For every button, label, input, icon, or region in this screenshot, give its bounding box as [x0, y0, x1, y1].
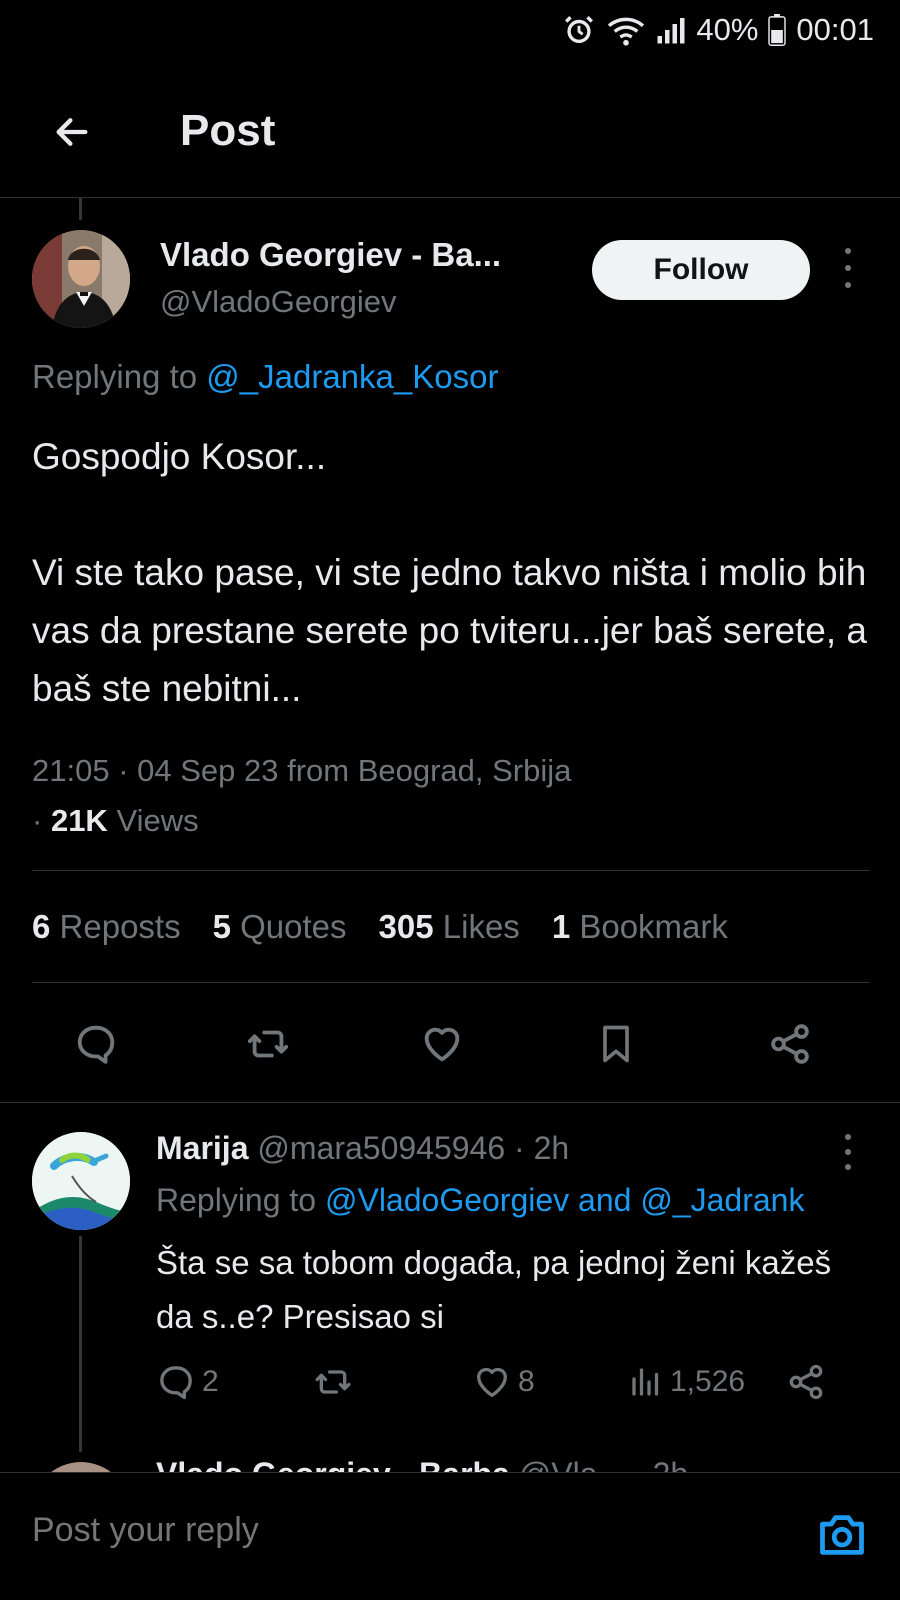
- mention-link[interactable]: @_Jadranka_Kosor: [206, 358, 498, 395]
- post-views: · 21K Views: [32, 803, 199, 838]
- reply-repost-button[interactable]: [312, 1360, 354, 1404]
- analytics-icon: [632, 1368, 659, 1396]
- thread-line: [79, 1236, 82, 1452]
- reply-replying-to: Replying to @VladoGeorgiev and @_Jadrank: [156, 1182, 805, 1218]
- reposts-stat[interactable]: 6 Reposts: [32, 908, 181, 946]
- views-count: 21K: [50, 803, 108, 838]
- reply-icon: [160, 1366, 192, 1400]
- back-button[interactable]: [44, 104, 100, 160]
- divider: [32, 982, 870, 983]
- divider: [32, 870, 870, 871]
- arrow-left-icon: [56, 118, 88, 146]
- bookmark-button[interactable]: [584, 1012, 648, 1076]
- reply-author-handle[interactable]: @mara50945946: [257, 1130, 505, 1166]
- camera-icon: [820, 1515, 864, 1555]
- reply-count: 2: [202, 1365, 219, 1398]
- bookmarks-stat[interactable]: 1 Bookmark: [552, 908, 728, 946]
- reply-action-bar: 2 8 1,526: [156, 1360, 856, 1404]
- replying-to: Replying to @_Jadranka_Kosor: [32, 358, 498, 396]
- replying-prefix: Replying to: [32, 358, 198, 395]
- post-text-line: Vi ste tako pase, vi ste jedno takvo niš…: [32, 552, 868, 709]
- battery-icon: [768, 14, 787, 46]
- camera-button[interactable]: [814, 1507, 870, 1563]
- quotes-stat[interactable]: 5 Quotes: [213, 908, 347, 946]
- post-timestamp[interactable]: 21:05 · 04 Sep 23 from Beograd, Srbija: [32, 746, 571, 796]
- mention-link[interactable]: @VladoGeorgiev and @_Jadrank: [325, 1182, 804, 1218]
- signal-icon: [656, 15, 686, 45]
- thread-line: [79, 198, 82, 220]
- top-app-bar: Post: [0, 64, 900, 198]
- share-button[interactable]: [758, 1012, 822, 1076]
- repost-icon: [247, 1030, 289, 1058]
- page-title: Post: [180, 106, 276, 155]
- more-options-icon[interactable]: [836, 248, 860, 288]
- follow-button[interactable]: Follow: [592, 240, 810, 300]
- heart-icon: [477, 1367, 507, 1397]
- alarm-icon: [562, 13, 596, 47]
- view-count: 1,526: [670, 1365, 746, 1398]
- author-avatar[interactable]: [32, 230, 130, 328]
- status-bar: 40% 00:01: [0, 0, 900, 64]
- reply-author-name[interactable]: Marija: [156, 1130, 248, 1166]
- likes-stat[interactable]: 305 Likes: [379, 908, 520, 946]
- post-action-bar: [0, 1012, 900, 1076]
- reply-input[interactable]: [32, 1511, 475, 1550]
- post-text-line: Gospodjo Kosor...: [32, 436, 327, 477]
- like-count: 8: [518, 1365, 535, 1398]
- post-meta: 21:05 · 04 Sep 23 from Beograd, Srbija ·…: [32, 746, 571, 846]
- divider: [0, 1102, 900, 1103]
- reply-views-button[interactable]: 1,526: [628, 1360, 745, 1404]
- reply-time: · 2h: [514, 1130, 570, 1166]
- author-name[interactable]: Vlado Georgiev - Ba...: [160, 236, 501, 274]
- battery-percent: 40%: [696, 12, 759, 47]
- reply-icon: [77, 1025, 115, 1064]
- clock-time: 00:01: [796, 12, 874, 47]
- views-label: Views: [116, 803, 199, 838]
- status-indicators: 40% 00:01: [562, 12, 874, 48]
- like-button[interactable]: [410, 1012, 474, 1076]
- reply-share-button[interactable]: [786, 1360, 826, 1404]
- reply-composer: [0, 1472, 900, 1600]
- share-icon: [789, 1364, 823, 1400]
- bookmark-icon: [603, 1025, 629, 1063]
- share-icon: [771, 1024, 809, 1064]
- reply-like-button[interactable]: 8: [472, 1360, 535, 1404]
- reply-button[interactable]: [64, 1012, 128, 1076]
- post-text: Gospodjo Kosor... Vi ste tako pase, vi s…: [32, 428, 872, 718]
- heart-icon: [424, 1027, 460, 1062]
- reply-header: Marija @mara50945946 · 2h: [156, 1130, 569, 1167]
- author-handle[interactable]: @VladoGeorgiev: [160, 284, 397, 320]
- reply-avatar[interactable]: [32, 1132, 130, 1230]
- repost-button[interactable]: [236, 1012, 300, 1076]
- reply-text: Šta se sa tobom događa, pa jednoj ženi k…: [156, 1244, 832, 1335]
- engagement-stats: 6 Reposts 5 Quotes 305 Likes 1 Bookmark: [32, 908, 728, 946]
- repost-icon: [315, 1370, 351, 1394]
- reply-more-options-icon[interactable]: [836, 1134, 860, 1170]
- wifi-icon: [606, 13, 646, 47]
- reply-reply-button[interactable]: 2: [156, 1360, 219, 1404]
